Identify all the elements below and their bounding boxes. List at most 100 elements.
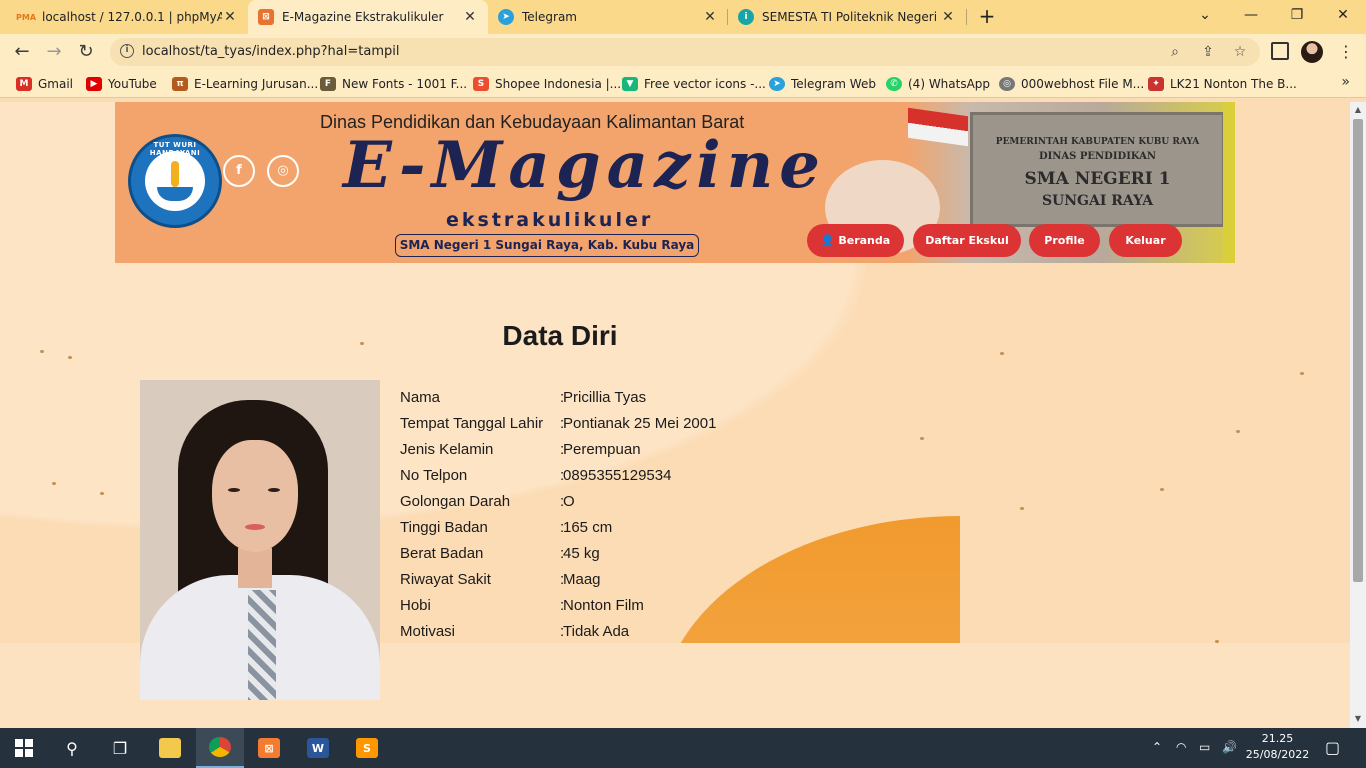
nav-label: Keluar xyxy=(1125,234,1166,247)
word-icon[interactable]: W xyxy=(294,728,342,768)
banner-school: SMA Negeri 1 Sungai Raya, Kab. Kubu Raya xyxy=(395,234,699,257)
info-label: Tinggi Badan xyxy=(400,518,488,536)
zoom-icon[interactable]: ⌕ xyxy=(1165,42,1185,62)
bookmark-fonts[interactable]: F New Fonts - 1001 F... xyxy=(320,76,467,92)
scroll-up-icon[interactable]: ▲ xyxy=(1353,105,1363,114)
bookmark-elearning[interactable]: π E-Learning Jurusan... xyxy=(172,76,318,92)
gate-text: SMA NEGERI 1 xyxy=(1024,169,1171,189)
share-icon[interactable]: ⇪ xyxy=(1198,42,1218,62)
elearning-icon: π xyxy=(172,77,188,91)
tab-emagazine[interactable]: ⊠ E-Magazine Ekstrakulikuler ✕ xyxy=(248,0,488,34)
wifi-icon[interactable]: ◠ xyxy=(1176,740,1186,754)
photo-tie xyxy=(248,590,276,700)
browser-toolbar: ← → ↻ i localhost/ta_tyas/index.php?hal=… xyxy=(0,34,1366,70)
bookmark-gmail[interactable]: M Gmail xyxy=(16,76,73,92)
gate-pillar xyxy=(1223,102,1235,263)
paper-speck xyxy=(920,437,924,440)
instagram-icon[interactable]: ◎ xyxy=(267,155,299,187)
address-bar[interactable]: i localhost/ta_tyas/index.php?hal=tampil… xyxy=(110,38,1260,66)
xampp-icon[interactable]: ⊠ xyxy=(245,728,293,768)
photo-face xyxy=(212,440,298,552)
nav-label: Daftar Ekskul xyxy=(925,234,1009,247)
minimize-icon[interactable]: — xyxy=(1228,0,1274,34)
bookmark-youtube[interactable]: ▶ YouTube xyxy=(86,76,157,92)
tab-semesta[interactable]: i SEMESTA TI Politeknik Negeri Por ✕ xyxy=(728,0,966,34)
phpmyadmin-icon: PMA xyxy=(16,12,37,22)
site-info-icon[interactable]: i xyxy=(120,44,134,58)
bookmark-000webhost[interactable]: ◎ 000webhost File M... xyxy=(999,76,1144,92)
reload-icon[interactable]: ↻ xyxy=(74,40,98,64)
word-logo: W xyxy=(307,738,329,758)
maximize-icon[interactable]: ❐ xyxy=(1274,0,1320,34)
bookmark-label: LK21 Nonton The B... xyxy=(1170,77,1297,91)
nav-beranda-button[interactable]: 👤 Beranda xyxy=(807,224,904,257)
bookmark-label: E-Learning Jurusan... xyxy=(194,77,319,91)
bookmark-whatsapp[interactable]: ✆ (4) WhatsApp xyxy=(886,76,990,92)
nav-profile-button[interactable]: Profile xyxy=(1029,224,1100,257)
tab-telegram[interactable]: ➤ Telegram ✕ xyxy=(488,0,728,34)
info-row: Nama: Pricillia Tyas xyxy=(400,384,716,410)
close-tab-icon[interactable]: ✕ xyxy=(462,9,478,25)
scroll-down-icon[interactable]: ▼ xyxy=(1353,714,1363,723)
notification-icon[interactable]: ▢ xyxy=(1325,738,1340,757)
info-value: 0895355129534 xyxy=(563,466,672,484)
nav-keluar-button[interactable]: Keluar xyxy=(1109,224,1182,257)
tray-chevron-icon[interactable]: ⌃ xyxy=(1152,740,1162,754)
paper-speck xyxy=(100,492,104,495)
shopee-icon: S xyxy=(473,77,489,91)
side-panel-icon[interactable] xyxy=(1271,42,1289,60)
info-label: Motivasi xyxy=(400,622,456,640)
paper-speck xyxy=(1020,507,1024,510)
banner-title: E-Magazine xyxy=(343,128,826,203)
battery-icon[interactable]: ▭ xyxy=(1199,740,1210,754)
forward-icon[interactable]: → xyxy=(42,40,66,64)
task-view-icon[interactable]: ❐ xyxy=(96,728,144,768)
back-icon[interactable]: ← xyxy=(10,40,34,64)
url-text[interactable]: localhost/ta_tyas/index.php?hal=tampil xyxy=(142,44,399,59)
page-scrollbar[interactable]: ▲ ▼ xyxy=(1350,102,1366,728)
bookmark-star-icon[interactable]: ☆ xyxy=(1230,42,1250,62)
new-tab-button[interactable]: + xyxy=(975,5,999,29)
close-tab-icon[interactable]: ✕ xyxy=(940,9,956,25)
bookmark-shopee[interactable]: S Shopee Indonesia |... xyxy=(473,76,621,92)
volume-icon[interactable]: 🔊 xyxy=(1222,740,1237,754)
info-value: 165 cm xyxy=(563,518,613,536)
info-label: Jenis Kelamin xyxy=(400,440,494,458)
bookmarks-bar: M Gmail ▶ YouTube π E-Learning Jurusan... F… xyxy=(0,70,1366,98)
photo-lips xyxy=(245,524,265,530)
menu-icon[interactable]: ⋮ xyxy=(1336,40,1356,64)
close-tab-icon[interactable]: ✕ xyxy=(222,9,238,25)
paper-speck xyxy=(1300,372,1304,375)
profile-avatar[interactable] xyxy=(1301,41,1323,63)
bookmark-flaticon[interactable]: ▼ Free vector icons -... xyxy=(622,76,766,92)
photo-eye xyxy=(228,488,240,492)
paper-speck xyxy=(52,482,56,485)
bookmark-lk21[interactable]: ✦ LK21 Nonton The B... xyxy=(1148,76,1297,92)
tab-phpmyadmin[interactable]: PMA localhost / 127.0.0.1 | phpMyAdn ✕ xyxy=(8,0,248,34)
nav-label: Beranda xyxy=(838,234,891,247)
bookmark-label: Telegram Web xyxy=(791,77,876,91)
sublime-icon[interactable]: S xyxy=(343,728,391,768)
gate-text: PEMERINTAH KABUPATEN KUBU RAYA xyxy=(995,137,1200,147)
xampp-logo: ⊠ xyxy=(258,738,280,758)
profile-photo xyxy=(140,380,380,700)
close-tab-icon[interactable]: ✕ xyxy=(702,9,718,25)
facebook-icon[interactable]: f xyxy=(223,155,255,187)
chrome-icon[interactable] xyxy=(196,728,244,768)
search-icon[interactable]: ⚲ xyxy=(48,728,96,768)
scrollbar-thumb[interactable] xyxy=(1353,119,1363,582)
chrome-logo xyxy=(209,737,231,757)
more-bookmarks-icon[interactable]: » xyxy=(1341,74,1350,90)
system-clock[interactable]: 21.25 25/08/2022 xyxy=(1240,731,1315,763)
nav-daftar-ekskul-button[interactable]: Daftar Ekskul xyxy=(913,224,1021,257)
start-icon[interactable] xyxy=(0,728,48,768)
semesta-icon: i xyxy=(738,9,754,25)
file-explorer-icon[interactable] xyxy=(146,728,194,768)
tab-search-icon[interactable]: ⌄ xyxy=(1182,0,1228,34)
tab-strip: PMA localhost / 127.0.0.1 | phpMyAdn ✕ ⊠… xyxy=(0,0,1366,34)
close-window-icon[interactable]: ✕ xyxy=(1320,0,1366,34)
bookmark-telegram-web[interactable]: ➤ Telegram Web xyxy=(769,76,876,92)
info-label: No Telpon xyxy=(400,466,468,484)
user-icon: 👤 xyxy=(820,234,835,247)
fonts-icon: F xyxy=(320,77,336,91)
